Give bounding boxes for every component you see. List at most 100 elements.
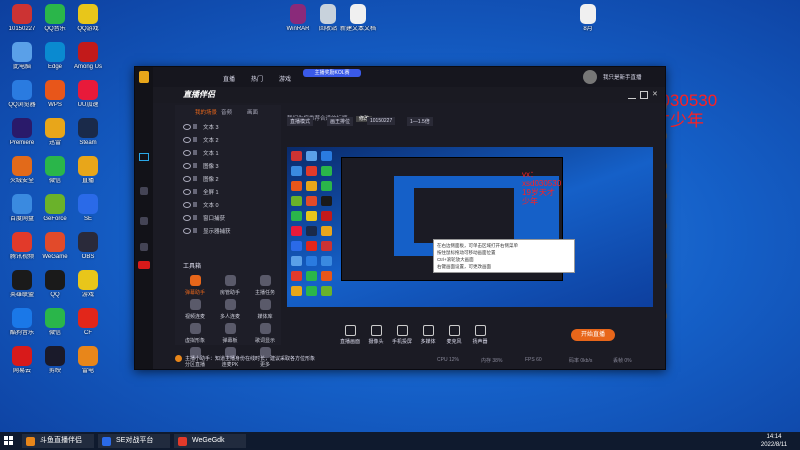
visibility-icon[interactable] (183, 163, 191, 169)
source-row[interactable]: 全屏 1 (175, 186, 281, 198)
desktop-file-icon[interactable] (580, 4, 596, 24)
source-row[interactable]: 文本 0 (175, 199, 281, 211)
desktop-app-icon[interactable] (78, 80, 98, 100)
lock-icon[interactable] (193, 189, 197, 194)
bottom-control[interactable]: 扬声器 (467, 325, 493, 345)
toolbar-item[interactable]: 1—1.5倍 (407, 117, 433, 126)
desktop-app-icon[interactable] (12, 42, 32, 62)
toolbar-item[interactable]: 画王排位 (327, 117, 354, 126)
scene-tab[interactable]: 画面 (247, 108, 258, 116)
desktop-app-icon[interactable] (12, 118, 32, 138)
control-label: 直播画面 (339, 339, 360, 345)
desktop-app-icon[interactable] (12, 232, 32, 252)
source-row[interactable]: 图像 3 (175, 160, 281, 172)
scene-tab[interactable]: 我的场景 (195, 108, 217, 116)
desktop-app-icon[interactable] (12, 346, 32, 366)
lock-icon[interactable] (193, 215, 197, 220)
desktop-app-icon[interactable] (78, 308, 98, 328)
desktop-app-icon[interactable] (78, 346, 98, 366)
visibility-icon[interactable] (183, 137, 191, 143)
bottom-control[interactable]: 多媒体 (415, 325, 441, 345)
desktop-app-icon[interactable] (78, 232, 98, 252)
desktop-app-icon[interactable] (45, 4, 65, 24)
desktop-app-icon[interactable] (12, 4, 32, 24)
maximize-icon[interactable] (640, 91, 648, 99)
desktop-app-icon[interactable] (12, 80, 32, 100)
desktop-app-icon[interactable] (78, 42, 98, 62)
visibility-icon[interactable] (183, 215, 191, 221)
source-row[interactable]: 文本 1 (175, 147, 281, 159)
nav-icon[interactable] (140, 187, 148, 195)
desktop-app-icon[interactable] (45, 42, 65, 62)
promo-badge[interactable]: 主播奖励KOL赛 (303, 69, 361, 77)
bottom-control[interactable]: 直播画面 (337, 325, 363, 345)
preview-desktop-icon (291, 286, 302, 296)
avatar[interactable] (583, 70, 597, 84)
desktop-app-icon[interactable] (78, 4, 98, 24)
start-live-button[interactable]: 开始直播 (571, 329, 615, 341)
minimize-icon[interactable] (628, 91, 636, 99)
desktop-app-icon[interactable] (78, 194, 98, 214)
desktop-app-icon[interactable] (12, 156, 32, 176)
source-row[interactable]: 文本 3 (175, 121, 281, 133)
visibility-icon[interactable] (183, 150, 191, 156)
top-tab[interactable]: 热门 (251, 74, 263, 83)
nav-icon[interactable] (140, 217, 148, 225)
desktop-app-icon[interactable] (12, 308, 32, 328)
source-row[interactable]: 窗口捕获 (175, 212, 281, 224)
lock-icon[interactable] (193, 163, 197, 168)
bottom-control[interactable]: 手机投屏 (389, 325, 415, 345)
desktop-app-icon[interactable] (45, 232, 65, 252)
visibility-icon[interactable] (183, 176, 191, 182)
desktop-app-icon[interactable] (78, 156, 98, 176)
lock-icon[interactable] (193, 137, 197, 142)
lock-icon[interactable] (193, 228, 197, 233)
nav-tv-icon[interactable] (139, 153, 149, 161)
desktop-app-icon[interactable] (12, 194, 32, 214)
bottom-control[interactable]: 麦克风 (441, 325, 467, 345)
visibility-icon[interactable] (183, 189, 191, 195)
desktop-app-icon[interactable] (78, 270, 98, 290)
nav-icon[interactable] (140, 243, 148, 251)
close-icon[interactable]: ✕ (652, 91, 660, 99)
taskbar-app[interactable]: 斗鱼直播伴侣 (22, 434, 94, 448)
top-tab[interactable]: 游戏 (279, 74, 291, 83)
desktop-app-icon[interactable] (45, 270, 65, 290)
visibility-icon[interactable] (183, 202, 191, 208)
desktop-app-icon[interactable] (45, 346, 65, 366)
lock-icon[interactable] (193, 202, 197, 207)
desktop-app-icon[interactable] (45, 80, 65, 100)
bottom-control[interactable]: 摄像头 (363, 325, 389, 345)
start-button[interactable] (4, 436, 14, 446)
desktop-app-icon[interactable] (12, 270, 32, 290)
desktop-app-icon[interactable] (45, 194, 65, 214)
nav-red-icon[interactable] (138, 261, 150, 269)
visibility-icon[interactable] (183, 124, 191, 130)
desktop-file-icon[interactable] (290, 4, 306, 24)
desktop-app-icon[interactable] (45, 308, 65, 328)
tool-icon (224, 275, 236, 286)
desktop-file-icon[interactable] (350, 4, 366, 24)
status-item: 丢帧 0% (613, 358, 632, 364)
desktop-app-icon[interactable] (45, 118, 65, 138)
lock-icon[interactable] (193, 176, 197, 181)
desktop-app-icon[interactable] (45, 156, 65, 176)
lock-icon[interactable] (193, 150, 197, 155)
scene-tab[interactable]: 音频 (221, 108, 232, 116)
user-name[interactable]: 我只是新手直播 (603, 73, 642, 81)
toolbar-item[interactable]: 直播模式 (287, 117, 314, 126)
lock-icon[interactable] (193, 124, 197, 129)
source-row[interactable]: 图像 2 (175, 173, 281, 185)
top-tab[interactable]: 直播 (223, 74, 235, 83)
source-row[interactable]: 显示器捕获 (175, 225, 281, 237)
source-row[interactable]: 文本 2 (175, 134, 281, 146)
clock[interactable]: 14:14 2022/8/11 (752, 433, 796, 449)
source-label: 显示器捕获 (203, 229, 231, 235)
taskbar-app[interactable]: SE对战平台 (98, 434, 170, 448)
desktop-app-icon[interactable] (78, 118, 98, 138)
taskbar-app[interactable]: WeGeGdk (174, 434, 246, 448)
visibility-icon[interactable] (183, 228, 191, 234)
nested-overlay-1: vx：xsd030530 (522, 170, 562, 188)
desktop-file-icon[interactable] (320, 4, 336, 24)
toolbar-item[interactable]: 10150227 (367, 117, 396, 125)
